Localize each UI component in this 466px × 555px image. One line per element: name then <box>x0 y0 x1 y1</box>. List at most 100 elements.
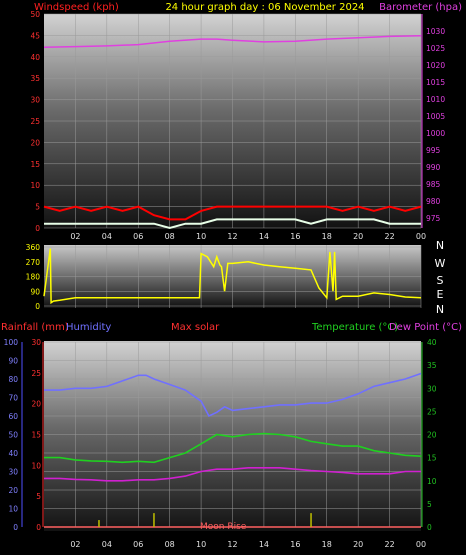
temp-hum-x-tick-label: 00 <box>416 540 426 549</box>
rainfall-tick-label: 25 <box>31 369 41 378</box>
temperature-tick-label: 5 <box>427 500 432 509</box>
compass-label-e: E <box>437 288 444 301</box>
compass-label-n-bottom: N <box>436 303 444 316</box>
humidity-tick-label: 30 <box>8 468 18 477</box>
humidity-tick-label: 50 <box>8 431 18 440</box>
temp-hum-time-axis: 02 04 06 08 10 12 14 16 18 20 22 00 <box>70 540 426 549</box>
windspeed-tick-label: 0 <box>35 224 40 233</box>
barometer-tick-label: 1015 <box>426 78 445 87</box>
graph-title: 24 hour graph day : 06 November 2024 <box>165 2 364 13</box>
windspeed-tick-label: 20 <box>30 138 40 147</box>
temp-hum-x-tick-label: 16 <box>290 540 300 549</box>
humidity-tick-label: 60 <box>8 412 18 421</box>
wind-direction-tick-label: 90 <box>30 287 40 296</box>
wind-baro-x-tick-label: 10 <box>196 232 206 241</box>
temp-hum-x-tick-label: 06 <box>133 540 143 549</box>
temperature-legend: Temperature (°C) <box>311 322 398 333</box>
barometer-tick-label: 985 <box>426 180 441 189</box>
humidity-axis: 0 10 20 30 40 50 60 70 80 90 100 <box>4 338 23 532</box>
wind-baro-x-tick-label: 08 <box>165 232 175 241</box>
humidity-tick-label: 70 <box>8 394 18 403</box>
barometer-tick-label: 975 <box>426 214 441 223</box>
wind-baro-x-tick-label: 02 <box>70 232 80 241</box>
barometer-tick-label: 1010 <box>426 95 445 104</box>
wind-baro-time-axis: 02 04 06 08 10 12 14 16 18 20 22 00 <box>70 232 426 241</box>
windspeed-axis: 0 5 10 15 20 25 30 35 40 45 50 <box>30 10 40 233</box>
barometer-tick-label: 1005 <box>426 112 445 121</box>
wind-baro-x-tick-label: 18 <box>322 232 332 241</box>
barometer-tick-label: 980 <box>426 197 441 206</box>
barometer-axis: 975 980 985 990 995 1000 1005 1010 1015 1020 1025 1… <box>421 14 445 228</box>
rainfall-axis-title: Rainfall (mm) <box>1 322 69 333</box>
rainfall-tick-label: 10 <box>31 461 41 470</box>
barometer-tick-label: 990 <box>426 163 441 172</box>
wind-baro-x-tick-label: 16 <box>290 232 300 241</box>
barometer-tick-label: 1020 <box>426 61 445 70</box>
humidity-legend: Humidity <box>66 322 111 333</box>
humidity-tick-label: 40 <box>8 449 18 458</box>
temperature-tick-label: 15 <box>427 454 437 463</box>
temp-hum-x-tick-label: 10 <box>196 540 206 549</box>
windspeed-tick-label: 25 <box>30 117 40 126</box>
windspeed-tick-label: 45 <box>30 31 40 40</box>
barometer-tick-label: 995 <box>426 146 441 155</box>
compass-labels: N W S E N <box>435 239 446 316</box>
wind-baro-x-tick-label: 20 <box>353 232 363 241</box>
wind-baro-x-tick-label: 06 <box>133 232 143 241</box>
wind-baro-x-tick-label: 14 <box>259 232 269 241</box>
compass-label-s: S <box>437 274 444 287</box>
humidity-tick-label: 20 <box>8 486 18 495</box>
windspeed-tick-label: 5 <box>35 203 40 212</box>
temp-hum-x-tick-label: 18 <box>322 540 332 549</box>
windspeed-tick-label: 40 <box>30 53 40 62</box>
humidity-tick-label: 100 <box>4 338 19 347</box>
temp-hum-x-tick-label: 08 <box>165 540 175 549</box>
windspeed-tick-label: 10 <box>30 181 40 190</box>
rainfall-tick-label: 5 <box>36 492 41 501</box>
wind-baro-x-tick-label: 22 <box>384 232 394 241</box>
windspeed-axis-title: Windspeed (kph) <box>34 2 119 13</box>
temp-hum-x-tick-label: 20 <box>353 540 363 549</box>
rainfall-tick-label: 20 <box>31 400 41 409</box>
humidity-tick-label: 80 <box>8 375 18 384</box>
wind-direction-axis: 0 90 180 270 360 <box>26 243 41 311</box>
temp-hum-x-tick-label: 04 <box>102 540 112 549</box>
compass-label-n-top: N <box>436 239 444 252</box>
solar-legend: Max solar <box>171 322 220 333</box>
windspeed-tick-label: 50 <box>30 10 40 19</box>
rainfall-tick-label: 30 <box>31 338 41 347</box>
wind-direction-tick-label: 180 <box>26 273 41 282</box>
wind-baro-x-tick-label: 12 <box>227 232 237 241</box>
temperature-tick-label: 30 <box>427 384 437 393</box>
rainfall-axis: 0 5 10 15 20 25 30 <box>31 338 44 532</box>
compass-label-w: W <box>435 257 446 270</box>
barometer-tick-label: 1030 <box>426 27 445 36</box>
wind-baro-x-tick-label: 00 <box>416 232 426 241</box>
humidity-tick-label: 0 <box>13 523 18 532</box>
rainfall-tick-label: 15 <box>31 431 41 440</box>
dewpoint-legend: Dew Point (°C) <box>389 322 462 333</box>
temperature-tick-label: 35 <box>427 361 437 370</box>
windspeed-tick-label: 35 <box>30 74 40 83</box>
temp-hum-x-tick-label: 12 <box>227 540 237 549</box>
temperature-axis: 0 5 10 15 20 25 30 35 40 <box>421 338 437 532</box>
temperature-tick-label: 0 <box>427 523 432 532</box>
temp-hum-x-tick-label: 22 <box>384 540 394 549</box>
wind-direction-tick-label: 270 <box>26 258 41 267</box>
temperature-tick-label: 10 <box>427 477 437 486</box>
temperature-tick-label: 20 <box>427 431 437 440</box>
temperature-tick-label: 40 <box>427 338 437 347</box>
weather-graph: Windspeed (kph) 24 hour graph day : 06 N… <box>1 2 462 549</box>
temp-hum-x-tick-label: 14 <box>259 540 269 549</box>
rainfall-tick-label: 0 <box>36 523 41 532</box>
humidity-tick-label: 10 <box>8 505 18 514</box>
humidity-tick-label: 90 <box>8 357 18 366</box>
barometer-tick-label: 1000 <box>426 129 445 138</box>
windspeed-tick-label: 15 <box>30 160 40 169</box>
barometer-tick-label: 1025 <box>426 44 445 53</box>
temperature-tick-label: 25 <box>427 407 437 416</box>
wind-direction-tick-label: 0 <box>35 302 40 311</box>
wind-baro-x-tick-label: 04 <box>102 232 112 241</box>
windspeed-tick-label: 30 <box>30 96 40 105</box>
wind-direction-tick-label: 360 <box>26 243 41 252</box>
